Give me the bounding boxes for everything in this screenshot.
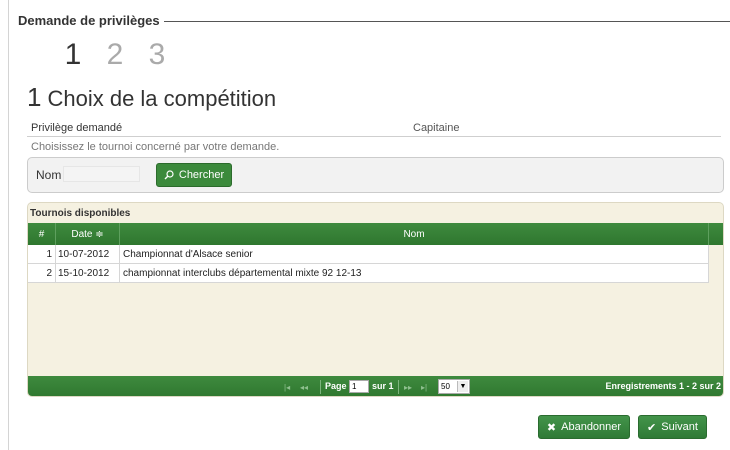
page-size-value: 50 — [441, 382, 450, 391]
grid-header: # Date ≑ Nom — [28, 223, 723, 245]
grid-body: 1 10-07-2012 Championnat d'Alsace senior… — [28, 245, 709, 283]
search-panel: Nom Chercher — [27, 157, 724, 193]
legend-divider — [163, 20, 730, 22]
cell-num: 1 — [28, 245, 56, 263]
table-row[interactable]: 2 15-10-2012 championnat interclubs dépa… — [28, 264, 709, 283]
cancel-button[interactable]: ✖ Abandonner — [538, 415, 630, 439]
column-header-num[interactable]: # — [28, 223, 56, 245]
cell-nom: championnat interclubs départemental mix… — [120, 264, 709, 282]
column-header-date[interactable]: Date ≑ — [56, 223, 120, 245]
close-icon: ✖ — [546, 421, 557, 434]
cell-date: 10-07-2012 — [56, 245, 120, 263]
step-indicator: 1 2 3 — [62, 38, 168, 72]
table-row[interactable]: 1 10-07-2012 Championnat d'Alsace senior — [28, 245, 709, 264]
sort-icon: ≑ — [95, 228, 104, 240]
legend-title: Demande de privilèges — [18, 12, 160, 28]
instruction-text: Choisissez le tournoi concerné par votre… — [31, 141, 280, 153]
step-1: 1 — [64, 38, 82, 71]
search-icon — [164, 170, 174, 180]
cell-date: 15-10-2012 — [56, 264, 120, 282]
next-button-label: Suivant — [661, 421, 698, 433]
page-title-number: 1 — [27, 82, 42, 112]
search-button[interactable]: Chercher — [156, 163, 232, 187]
privilege-value: Capitaine — [413, 122, 460, 134]
check-icon: ✔ — [647, 421, 657, 434]
grid-pager: |◂ ◂◂ Page sur 1 ▸▸ ▸| 50 ▼ Enregistreme… — [28, 376, 723, 396]
cell-num: 2 — [28, 264, 56, 282]
page-count-label: sur 1 — [372, 381, 394, 391]
privilege-label: Privilège demandé — [31, 122, 123, 134]
privilege-info-row: Privilège demandé Capitaine — [27, 121, 721, 137]
pager-separator — [398, 380, 399, 394]
fieldset-legend: Demande de privilèges — [18, 12, 730, 28]
cancel-button-label: Abandonner — [561, 421, 622, 433]
column-header-nom[interactable]: Nom — [120, 223, 709, 245]
pager-separator — [320, 380, 321, 394]
cell-nom: Championnat d'Alsace senior — [120, 245, 709, 263]
search-button-label: Chercher — [178, 169, 225, 181]
prev-page-icon[interactable]: ◂◂ — [300, 376, 308, 396]
step-2: 2 — [106, 38, 124, 71]
page-size-select[interactable]: 50 ▼ — [438, 379, 470, 394]
last-page-icon[interactable]: ▸| — [421, 376, 427, 396]
next-button[interactable]: ✔ Suivant — [638, 415, 707, 439]
first-page-icon[interactable]: |◂ — [284, 376, 290, 396]
name-search-input[interactable] — [63, 166, 140, 182]
chevron-down-icon: ▼ — [457, 381, 468, 392]
records-count: Enregistrements 1 - 2 sur 2 — [605, 381, 721, 391]
grid-caption: Tournois disponibles — [30, 208, 131, 219]
name-label: Nom — [36, 168, 62, 182]
column-header-date-label: Date — [71, 228, 93, 240]
next-page-icon[interactable]: ▸▸ — [404, 376, 412, 396]
page-title-text: Choix de la compétition — [47, 86, 277, 111]
page-title: 1 Choix de la compétition — [27, 82, 276, 113]
tournaments-grid: Tournois disponibles # Date ≑ Nom 1 10-0… — [27, 202, 724, 397]
step-3: 3 — [148, 38, 166, 71]
page-number-input[interactable] — [349, 380, 369, 393]
page-label: Page — [325, 381, 347, 391]
